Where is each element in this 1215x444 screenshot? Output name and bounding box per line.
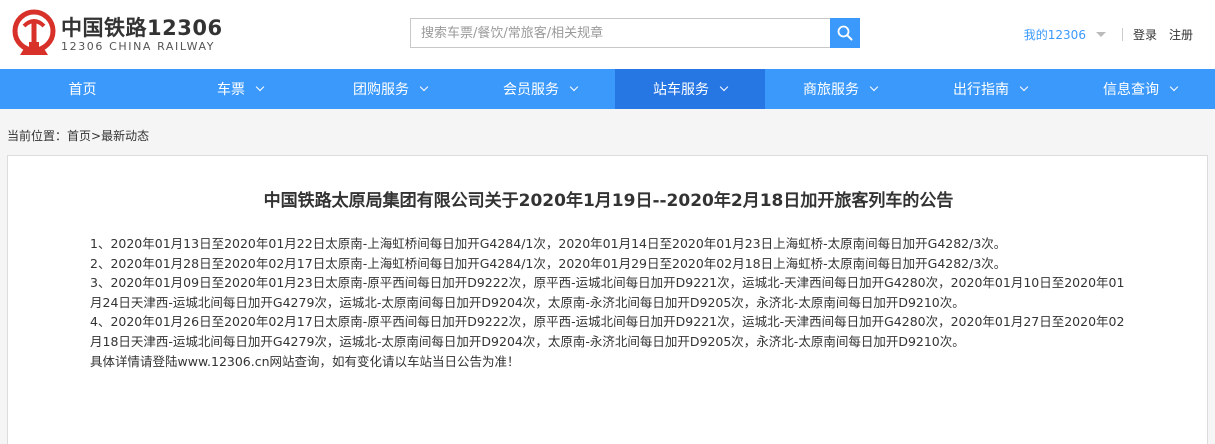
site-logo[interactable]: 中国铁路12306 12306 CHINA RAILWAY — [12, 9, 312, 59]
article-paragraph: 具体详情请登陆www.12306.cn网站查询，如有变化请以车站当日公告为准！ — [90, 353, 520, 369]
search-icon — [837, 25, 853, 41]
nav-label: 会员服务 — [503, 82, 559, 98]
my-account-link[interactable]: 我的12306 — [1024, 26, 1086, 43]
nav-label: 车票 — [217, 82, 245, 98]
chevron-down-icon — [569, 82, 579, 92]
chevron-down-icon — [869, 82, 879, 92]
main-nav: 首页 车票 团购服务 会员服务 站车服务 商旅服务 出行指南 信息查询 — [0, 69, 1215, 109]
search-input[interactable] — [410, 18, 830, 48]
article-paragraph: 1、2020年01月13日至2020年01月22日太原南-上海虹桥间每日加开G4… — [90, 236, 1007, 251]
article-body: 1、2020年01月13日至2020年01月22日太原南-上海虹桥间每日加开G4… — [90, 234, 1130, 371]
breadcrumb-prefix: 当前位置： — [7, 129, 68, 143]
article-paragraph: 2、2020年01月28日至2020年02月17日太原南-上海虹桥间每日加开G4… — [90, 255, 1007, 271]
nav-item-member-service[interactable]: 会员服务 — [465, 69, 615, 109]
nav-item-tickets[interactable]: 车票 — [165, 69, 315, 109]
breadcrumb: 当前位置：首页>最新动态 — [7, 127, 149, 144]
nav-label: 团购服务 — [353, 82, 409, 98]
nav-item-business-travel[interactable]: 商旅服务 — [765, 69, 915, 109]
nav-item-station-service[interactable]: 站车服务 — [615, 69, 765, 109]
chevron-down-icon — [419, 82, 429, 92]
logo-title-en: 12306 CHINA RAILWAY — [61, 40, 216, 53]
chevron-down-icon — [255, 82, 265, 92]
nav-label: 出行指南 — [953, 82, 1009, 98]
breadcrumb-current: 最新动态 — [101, 129, 150, 143]
login-link[interactable]: 登录 — [1133, 26, 1157, 43]
register-link[interactable]: 注册 — [1169, 26, 1193, 43]
site-header: 中国铁路12306 12306 CHINA RAILWAY 我的12306 登录… — [0, 0, 1215, 69]
chevron-down-icon — [719, 82, 729, 92]
nav-label: 信息查询 — [1103, 82, 1159, 98]
nav-label: 首页 — [68, 82, 97, 98]
user-links: 我的12306 登录 注册 — [1024, 24, 1193, 44]
chevron-down-icon — [1019, 82, 1029, 92]
article-paragraph: 3、2020年01月09日至2020年01月23日太原南-原平西间每日加开D92… — [90, 275, 1125, 310]
nav-item-travel-guide[interactable]: 出行指南 — [915, 69, 1065, 109]
nav-label: 站车服务 — [653, 82, 709, 98]
article-card: 中国铁路太原局集团有限公司关于2020年1月19日--2020年2月18日加开旅… — [7, 155, 1208, 444]
nav-item-home[interactable]: 首页 — [0, 69, 165, 109]
divider — [1121, 27, 1123, 41]
breadcrumb-home-link[interactable]: 首页 — [67, 129, 91, 143]
nav-item-group-service[interactable]: 团购服务 — [315, 69, 465, 109]
article-title: 中国铁路太原局集团有限公司关于2020年1月19日--2020年2月18日加开旅… — [263, 191, 954, 211]
nav-item-info-query[interactable]: 信息查询 — [1065, 69, 1215, 109]
article-paragraph: 4、2020年01月26日至2020年02月17日太原南-原平西间每日加开D92… — [90, 314, 1125, 349]
chevron-down-icon — [1169, 82, 1179, 92]
caret-down-icon[interactable] — [1095, 31, 1106, 37]
search-bar — [410, 18, 860, 48]
breadcrumb-separator: > — [91, 129, 102, 143]
search-button[interactable] — [830, 18, 860, 48]
railway-logo-icon — [12, 9, 56, 55]
nav-label: 商旅服务 — [803, 82, 859, 98]
logo-title-cn: 中国铁路12306 — [61, 16, 223, 40]
